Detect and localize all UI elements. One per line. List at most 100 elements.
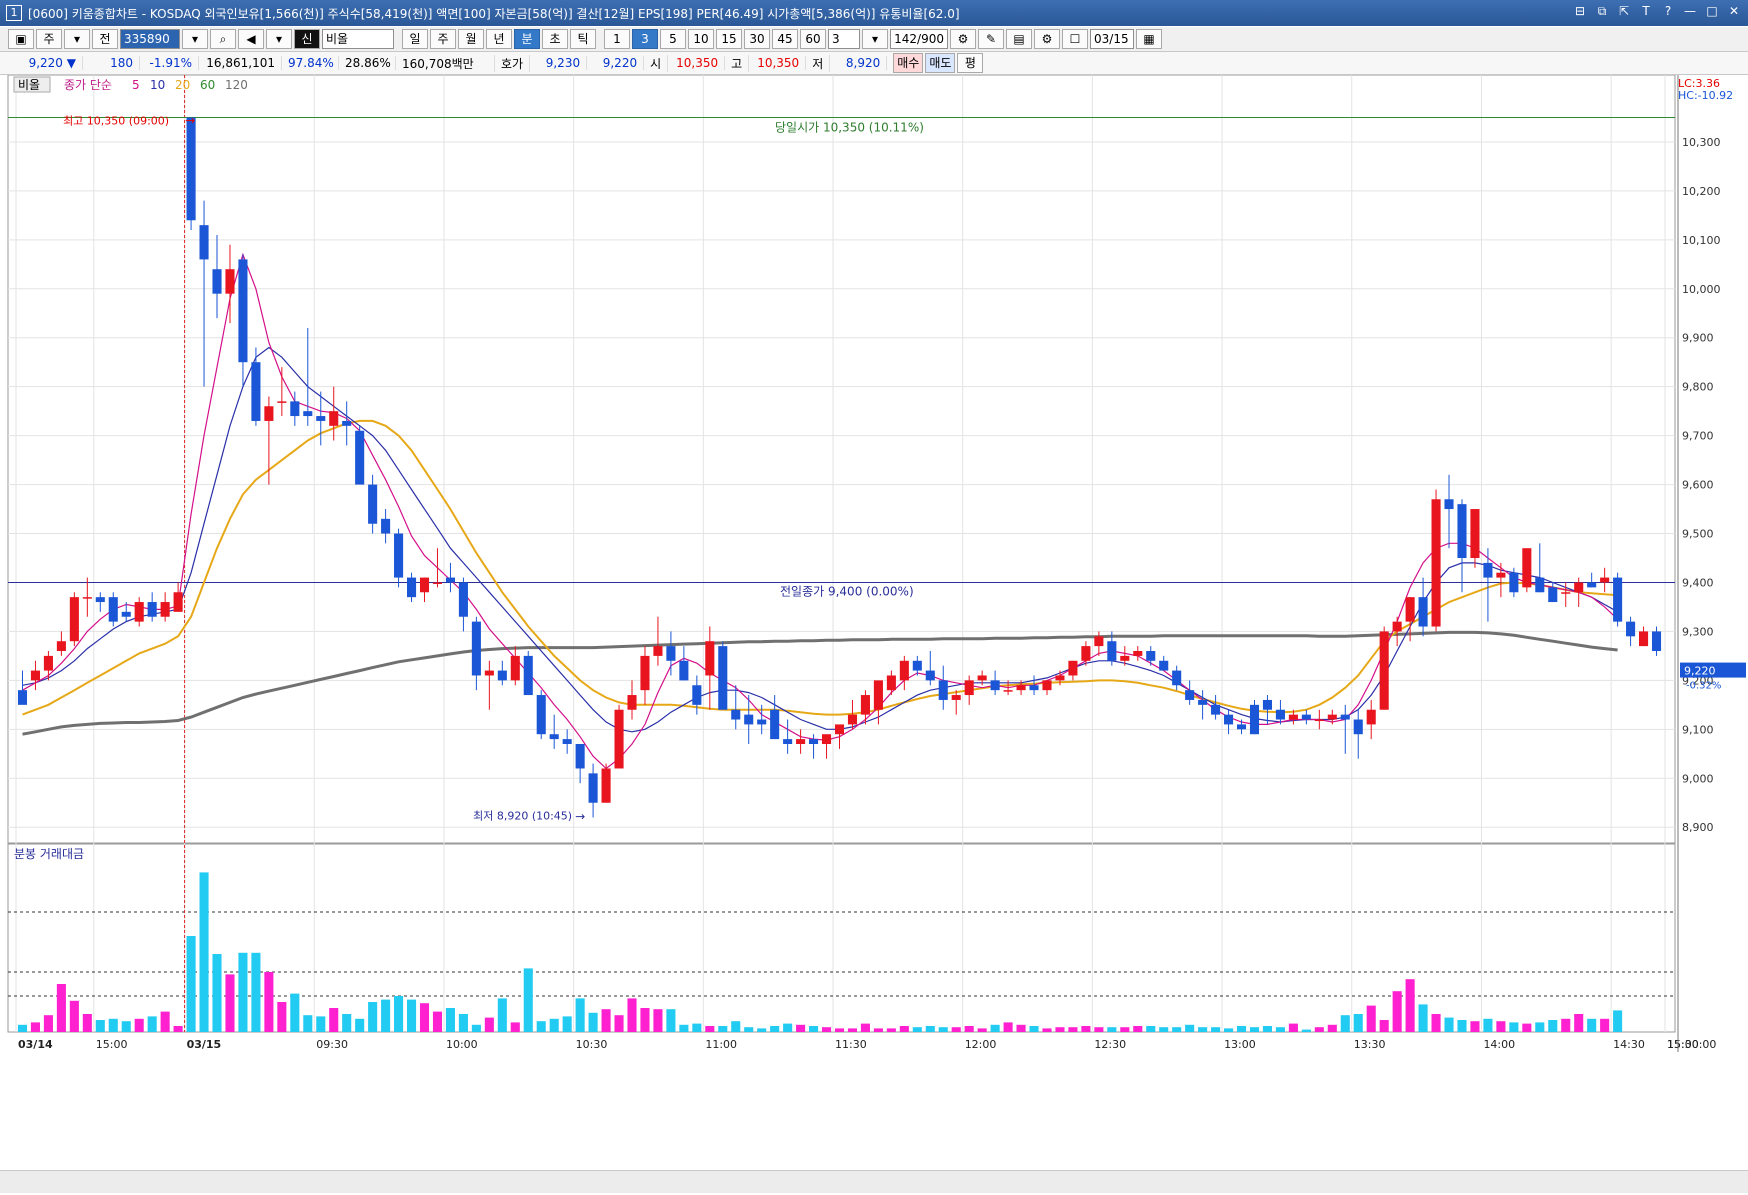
low-price: 8,920 [830, 56, 888, 70]
search-icon[interactable]: ⌕ [210, 29, 236, 49]
price-chart-svg[interactable]: 10,300 10,200 10,100 10,000 9,900 9,800 9,700 9… [0, 74, 1748, 1170]
gear-icon[interactable]: ⚙ [1034, 29, 1060, 49]
candle-body [394, 533, 404, 578]
interval-30[interactable]: 30 [744, 29, 770, 49]
candle-body [1574, 582, 1584, 593]
restore-icon[interactable]: ⧉ [1594, 4, 1610, 19]
volume-bar [1431, 1014, 1441, 1032]
candle-body [1172, 670, 1182, 686]
candle-body [627, 695, 637, 710]
candle-body [1016, 685, 1026, 691]
open-price: 10,350 [668, 56, 726, 70]
settings-icon[interactable]: ⚙ [950, 29, 976, 49]
turnover: 28.86% [339, 56, 396, 70]
avg-button[interactable]: 평 [957, 53, 984, 73]
price-tick-label: 9,900 [1682, 332, 1714, 345]
layout-toggle-icon[interactable]: ▣ [8, 29, 34, 49]
main-toolbar: ▣ 주 ▾ 전 335890 ▾ ⌕ ◀ ▾ 신 비올 일 주 월 년 분 초 … [0, 27, 1748, 52]
sell-button[interactable]: 매도 [925, 53, 956, 73]
interval-dropdown-icon[interactable]: ▾ [862, 29, 888, 49]
volume-bar [770, 1026, 780, 1032]
interval-60[interactable]: 60 [800, 29, 826, 49]
time-tick-label: 13:30 [1354, 1038, 1386, 1051]
candle-body [121, 611, 131, 617]
interval-10[interactable]: 10 [688, 29, 714, 49]
interval-5[interactable]: 5 [660, 29, 686, 49]
close-icon[interactable]: ✕ [1726, 4, 1742, 19]
pin-icon[interactable]: ⇱ [1616, 4, 1632, 19]
candle-body [199, 225, 209, 260]
tab-year[interactable]: 년 [486, 29, 512, 49]
volume-bar [134, 1018, 144, 1032]
tab-second[interactable]: 초 [542, 29, 568, 49]
candle-body [1470, 509, 1480, 558]
draw-icon[interactable]: ✎ [978, 29, 1004, 49]
prev-button[interactable]: 전 [92, 29, 118, 49]
window-number: 1 [6, 5, 22, 21]
layout-icon[interactable]: ⊟ [1572, 4, 1588, 19]
interval-3[interactable]: 3 [632, 29, 658, 49]
volume-bar [886, 1028, 896, 1032]
minimize-icon[interactable]: — [1682, 4, 1698, 19]
date-field[interactable]: 03/15 [1090, 29, 1134, 49]
interval-input[interactable]: 3 [828, 29, 860, 49]
speaker-dropdown-icon[interactable]: ▾ [266, 29, 292, 49]
candle-body [886, 675, 896, 691]
speaker-icon[interactable]: ◀ [238, 29, 264, 49]
volume-bar [1146, 1026, 1156, 1032]
price-tick-label: 9,600 [1682, 479, 1714, 492]
volume-bar [1133, 1026, 1143, 1032]
volume-bar [1405, 979, 1415, 1032]
mode-dropdown-icon[interactable]: ▾ [64, 29, 90, 49]
price-tick-label: 9,000 [1682, 772, 1714, 785]
open-line-label: 당일시가 10,350 (10.11%) [775, 120, 924, 134]
volume-bar [1262, 1026, 1272, 1032]
save-icon[interactable]: ▤ [1006, 29, 1032, 49]
calendar-icon[interactable]: ▦ [1136, 29, 1162, 49]
tab-month[interactable]: 월 [458, 29, 484, 49]
help-icon[interactable]: ? [1660, 4, 1676, 19]
count-field[interactable]: 142/900 [890, 29, 948, 49]
code-dropdown-icon[interactable]: ▾ [182, 29, 208, 49]
hc-label: HC:-10.92 [1678, 89, 1733, 102]
price-tick-label: 9,300 [1682, 625, 1714, 638]
candle-body [17, 690, 28, 705]
trade-amount: 160,708백만 [396, 54, 495, 72]
candle-body [860, 695, 870, 715]
chart-scrollbar[interactable] [0, 1170, 1748, 1193]
mode-select[interactable]: 주 [36, 29, 62, 49]
open-label: 시 [644, 54, 669, 72]
time-tick-label: 14:30 [1613, 1038, 1645, 1051]
candle-body [938, 680, 948, 700]
volume-bar [1016, 1024, 1026, 1032]
candle-body [757, 719, 767, 725]
low-label: 저 [806, 54, 831, 72]
interval-45[interactable]: 45 [772, 29, 798, 49]
tab-minute[interactable]: 분 [514, 29, 540, 49]
candle-body [1651, 631, 1662, 651]
buy-button[interactable]: 매수 [893, 53, 924, 73]
volume-bar [394, 996, 404, 1032]
candle-body [108, 597, 118, 622]
volume-bar [523, 968, 533, 1032]
font-icon[interactable]: T [1638, 4, 1654, 19]
interval-15[interactable]: 15 [716, 29, 742, 49]
volume-bar [692, 1023, 702, 1032]
maximize-icon[interactable]: □ [1704, 4, 1720, 19]
stock-code-input[interactable]: 335890 [120, 29, 180, 49]
price-tick-label: 9,800 [1682, 381, 1714, 394]
date-checkbox[interactable]: ☐ [1062, 29, 1088, 49]
candle-body [264, 406, 274, 421]
tab-day[interactable]: 일 [402, 29, 428, 49]
interval-1[interactable]: 1 [604, 29, 630, 49]
candle-body [1094, 636, 1104, 647]
chart-area[interactable]: 10,300 10,200 10,100 10,000 9,900 9,800 9,700 9… [0, 74, 1748, 1195]
tab-week[interactable]: 주 [430, 29, 456, 49]
volume-bar [1418, 1004, 1428, 1032]
candle-body [834, 724, 845, 735]
stock-name-field[interactable]: 비올 [322, 29, 394, 49]
ma-period-20: 20 [175, 78, 190, 92]
candle-body [329, 411, 339, 426]
time-tick-label: 10:30 [576, 1038, 608, 1051]
tab-tick[interactable]: 틱 [570, 29, 596, 49]
